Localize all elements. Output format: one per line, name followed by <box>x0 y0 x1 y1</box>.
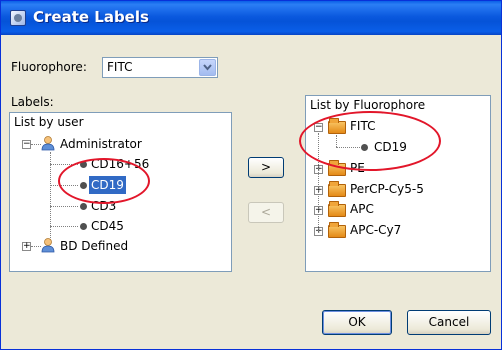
user-icon <box>41 136 55 151</box>
fluorophore-label: Fluorophore: <box>11 60 87 74</box>
leaf-icon <box>80 161 87 168</box>
tree-root-fluorophore: List by Fluorophore <box>310 98 426 112</box>
tree-connector <box>50 185 78 186</box>
tree-item-fitc-cd19[interactable]: CD19 <box>374 138 407 156</box>
tree-group-pe[interactable]: PE <box>350 159 365 177</box>
remove-label-button[interactable]: < <box>248 202 284 223</box>
tree-group-percp-cy5-5[interactable]: PerCP-Cy5-5 <box>350 180 424 198</box>
fluorophore-labels-tree[interactable]: List by Fluorophore − FITC CD19 + PE + P… <box>305 95 491 272</box>
add-label-button[interactable]: > <box>248 157 284 178</box>
expand-bd-defined[interactable]: + <box>22 242 31 251</box>
tree-connector <box>50 206 78 207</box>
fluorophore-value: FITC <box>107 60 133 74</box>
tree-root-user: List by user <box>14 115 84 129</box>
leaf-icon <box>80 203 87 210</box>
folder-icon <box>328 118 346 134</box>
tree-connector <box>336 147 360 148</box>
title-bar[interactable]: Create Labels <box>1 1 501 35</box>
leaf-icon <box>80 223 87 230</box>
tree-connector <box>50 152 51 244</box>
tree-connector <box>336 135 337 147</box>
tree-connector <box>50 164 78 165</box>
ok-button[interactable]: OK <box>322 310 392 335</box>
tree-group-apc-cy7[interactable]: APC-Cy7 <box>350 221 401 239</box>
leaf-icon <box>361 144 368 151</box>
app-icon <box>10 10 26 26</box>
tree-group-administrator[interactable]: Administrator <box>60 135 142 153</box>
tree-item-cd3[interactable]: CD3 <box>91 197 116 215</box>
window-title: Create Labels <box>33 8 149 26</box>
user-icon <box>41 238 55 253</box>
user-labels-tree[interactable]: List by user − Administrator CD16+56 CD1… <box>9 112 232 272</box>
create-labels-dialog: Create Labels Fluorophore: FITC Labels: … <box>0 0 502 350</box>
tree-connector <box>50 226 78 227</box>
tree-item-cd45[interactable]: CD45 <box>91 217 124 235</box>
collapse-fitc[interactable]: − <box>314 123 323 132</box>
tree-group-bd-defined[interactable]: BD Defined <box>60 237 128 255</box>
tree-connector <box>318 133 319 233</box>
tree-group-apc[interactable]: APC <box>350 200 374 218</box>
chevron-down-icon[interactable] <box>199 59 216 76</box>
tree-group-fitc[interactable]: FITC <box>350 117 375 135</box>
folder-icon <box>328 160 346 176</box>
tree-item-cd19-selected[interactable]: CD19 <box>89 176 126 194</box>
folder-icon <box>328 201 346 217</box>
folder-icon <box>328 181 346 197</box>
leaf-icon <box>80 182 87 189</box>
folder-icon <box>328 222 346 238</box>
collapse-administrator[interactable]: − <box>22 140 31 149</box>
labels-heading: Labels: <box>11 95 54 109</box>
cancel-button[interactable]: Cancel <box>407 310 491 335</box>
fluorophore-select[interactable]: FITC <box>102 57 218 78</box>
tree-item-cd16-56[interactable]: CD16+56 <box>91 155 149 173</box>
